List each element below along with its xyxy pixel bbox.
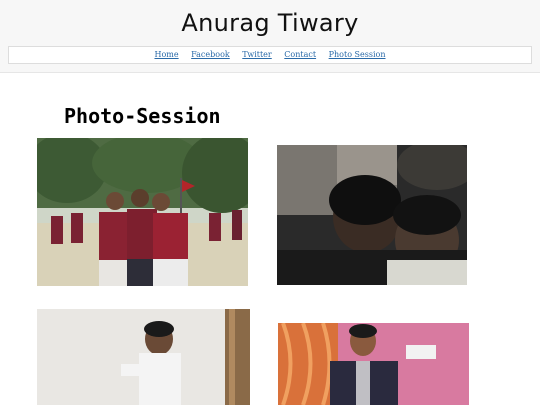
boy-white-shirt-photo xyxy=(37,309,250,405)
page-heading: Photo-Session xyxy=(64,104,221,128)
site-header: Anurag Tiwary Home Facebook Twitter Cont… xyxy=(0,0,540,73)
nav-link-twitter[interactable]: Twitter xyxy=(242,50,271,59)
man-blazer-photo xyxy=(278,323,469,405)
site-title: Anurag Tiwary xyxy=(181,9,359,37)
nav-link-home[interactable]: Home xyxy=(154,50,178,59)
nav-link-facebook[interactable]: Facebook xyxy=(191,50,230,59)
nav-link-photo-session[interactable]: Photo Session xyxy=(329,50,386,59)
nav-link-contact[interactable]: Contact xyxy=(284,50,316,59)
nav-bar: Home Facebook Twitter Contact Photo Sess… xyxy=(8,46,532,64)
selfie-photo xyxy=(277,145,467,285)
group-photo xyxy=(37,138,248,286)
